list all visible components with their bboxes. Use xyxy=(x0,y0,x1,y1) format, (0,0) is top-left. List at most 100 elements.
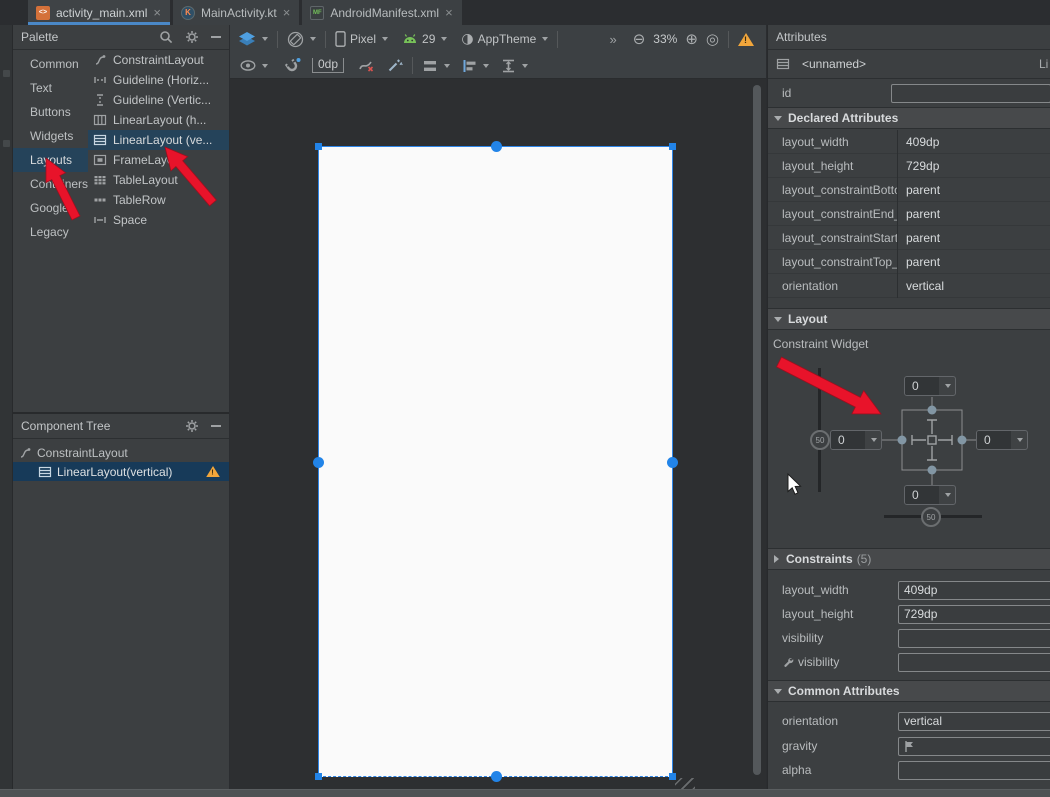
constraint-widget[interactable]: 0 0 0 0 50 50 xyxy=(768,352,1050,546)
zoom-in-icon[interactable]: ⊕ xyxy=(685,32,698,47)
margin-top-dropdown[interactable]: 0 xyxy=(904,376,956,396)
infer-constraints-button[interactable] xyxy=(387,58,403,73)
gravity-input[interactable] xyxy=(898,737,1050,756)
chevron-down-icon xyxy=(483,64,489,68)
api-version-selector[interactable]: 29 xyxy=(402,32,447,46)
theme-selector[interactable]: ◑ AppTheme xyxy=(461,32,548,46)
tree-item-constraintlayout[interactable]: ConstraintLayout xyxy=(13,443,229,462)
constraint-anchor-right[interactable] xyxy=(667,457,678,468)
vertical-bias-slider[interactable]: 50 xyxy=(810,430,830,450)
warning-icon[interactable] xyxy=(206,466,220,477)
tree-item-linearlayout-vertical[interactable]: LinearLayout(vertical) xyxy=(13,462,229,481)
vertical-scrollbar[interactable] xyxy=(753,85,761,775)
orientation-selector[interactable] xyxy=(287,31,316,48)
design-surface[interactable] xyxy=(230,79,766,789)
tab-mainactivity-kt[interactable]: K MainActivity.kt × xyxy=(173,0,299,25)
margin-left-dropdown[interactable]: 0 xyxy=(830,430,882,450)
orientation-input[interactable]: vertical xyxy=(898,712,1050,731)
section-layout[interactable]: Layout xyxy=(768,308,1050,330)
tab-androidmanifest-xml[interactable]: MF AndroidManifest.xml × xyxy=(302,0,461,25)
stripe-icon[interactable] xyxy=(3,70,10,77)
attr-row[interactable]: orientationvertical xyxy=(768,274,1050,298)
view-options-button[interactable] xyxy=(240,60,268,71)
gear-icon[interactable] xyxy=(185,30,199,44)
palette-item-tablerow[interactable]: TableRow xyxy=(88,190,229,210)
zoom-to-fit-icon[interactable]: ◎ xyxy=(706,32,719,47)
palette-item-space[interactable]: Space xyxy=(88,210,229,230)
attr-row[interactable]: layout_constraintTop_tparent xyxy=(768,250,1050,274)
pack-menu[interactable] xyxy=(422,59,450,73)
guideline-horizontal-icon xyxy=(93,73,107,87)
constraint-anchor-bottom[interactable] xyxy=(491,771,502,782)
constraintlayout-icon xyxy=(93,53,107,67)
autoconnect-toggle[interactable] xyxy=(284,57,302,74)
expand-vertical-menu[interactable] xyxy=(501,59,528,73)
palette-item-linearlayout-vertical[interactable]: LinearLayout (ve... xyxy=(88,130,229,150)
stripe-icon[interactable] xyxy=(3,140,10,147)
palette-item-tablelayout[interactable]: TableLayout xyxy=(88,170,229,190)
layers-icon xyxy=(238,31,256,47)
category-common[interactable]: Common xyxy=(13,52,88,76)
toolbar-overflow-button[interactable]: » xyxy=(609,32,616,47)
category-widgets[interactable]: Widgets xyxy=(13,124,88,148)
margin-right-dropdown[interactable]: 0 xyxy=(976,430,1028,450)
device-selector[interactable]: Pixel xyxy=(335,31,388,47)
tab-activity-main-xml[interactable]: <> activity_main.xml × xyxy=(28,0,170,25)
space-icon xyxy=(93,213,107,227)
warnings-icon[interactable] xyxy=(738,33,754,46)
chevron-down-icon xyxy=(382,37,388,41)
device-screen-preview[interactable] xyxy=(318,146,673,777)
category-layouts[interactable]: Layouts xyxy=(13,148,88,172)
tab-label: activity_main.xml xyxy=(56,6,147,20)
zoom-out-icon[interactable]: ⊖ xyxy=(633,32,646,47)
margin-bottom-dropdown[interactable]: 0 xyxy=(904,485,956,505)
selection-handle-top-left[interactable] xyxy=(315,143,322,150)
linearlayout-vertical-icon xyxy=(776,57,790,71)
attr-row[interactable]: layout_width409dp xyxy=(768,130,1050,154)
palette-item-linearlayout-horizontal[interactable]: LinearLayout (h... xyxy=(88,110,229,130)
attr-row[interactable]: layout_constraintBottoparent xyxy=(768,178,1050,202)
visibility-input[interactable] xyxy=(898,629,1050,648)
selection-handle-top-right[interactable] xyxy=(669,143,676,150)
tools-visibility-input[interactable] xyxy=(898,653,1050,672)
section-declared-attributes[interactable]: Declared Attributes xyxy=(768,107,1050,129)
align-menu[interactable] xyxy=(462,59,489,73)
constraintlayout-icon xyxy=(18,446,32,460)
constraint-anchor-left[interactable] xyxy=(313,457,324,468)
attributes-header: Attributes xyxy=(768,25,1050,50)
gear-icon[interactable] xyxy=(185,419,199,433)
palette-item-guideline-horizontal[interactable]: Guideline (Horiz... xyxy=(88,70,229,90)
layout-width-input[interactable]: 409dp xyxy=(898,581,1050,600)
clear-constraints-button[interactable] xyxy=(358,58,375,73)
palette-item-constraintlayout[interactable]: ConstraintLayout xyxy=(88,50,229,70)
attr-row: visibility xyxy=(768,650,1050,674)
default-margin-selector[interactable]: 0dp xyxy=(312,58,344,73)
category-text[interactable]: Text xyxy=(13,76,88,100)
section-constraints[interactable]: Constraints (5) xyxy=(768,548,1050,570)
attr-row[interactable]: layout_height729dp xyxy=(768,154,1050,178)
design-surface-selector[interactable] xyxy=(238,31,268,47)
palette-item-guideline-vertical[interactable]: Guideline (Vertic... xyxy=(88,90,229,110)
palette-item-framelayout[interactable]: FrameLayout xyxy=(88,150,229,170)
selection-handle-bottom-left[interactable] xyxy=(315,773,322,780)
close-icon[interactable]: × xyxy=(445,6,453,19)
margin-value: 0dp xyxy=(312,58,344,73)
hide-panel-icon[interactable] xyxy=(211,425,221,427)
close-icon[interactable]: × xyxy=(283,6,291,19)
constraint-anchor-top[interactable] xyxy=(491,141,502,152)
id-input[interactable] xyxy=(891,84,1050,103)
tablelayout-icon xyxy=(93,173,107,187)
search-icon[interactable] xyxy=(159,30,173,44)
horizontal-bias-slider[interactable]: 50 xyxy=(921,507,941,527)
alpha-input[interactable] xyxy=(898,761,1050,780)
attr-row[interactable]: layout_constraintEnd_tparent xyxy=(768,202,1050,226)
hide-panel-icon[interactable] xyxy=(211,36,221,38)
layout-height-input[interactable]: 729dp xyxy=(898,605,1050,624)
category-legacy[interactable]: Legacy xyxy=(13,220,88,244)
category-buttons[interactable]: Buttons xyxy=(13,100,88,124)
section-common-attributes[interactable]: Common Attributes xyxy=(768,680,1050,702)
close-icon[interactable]: × xyxy=(153,6,161,19)
attr-row[interactable]: layout_constraintStart_parent xyxy=(768,226,1050,250)
category-containers[interactable]: Containers xyxy=(13,172,88,196)
category-google[interactable]: Google xyxy=(13,196,88,220)
